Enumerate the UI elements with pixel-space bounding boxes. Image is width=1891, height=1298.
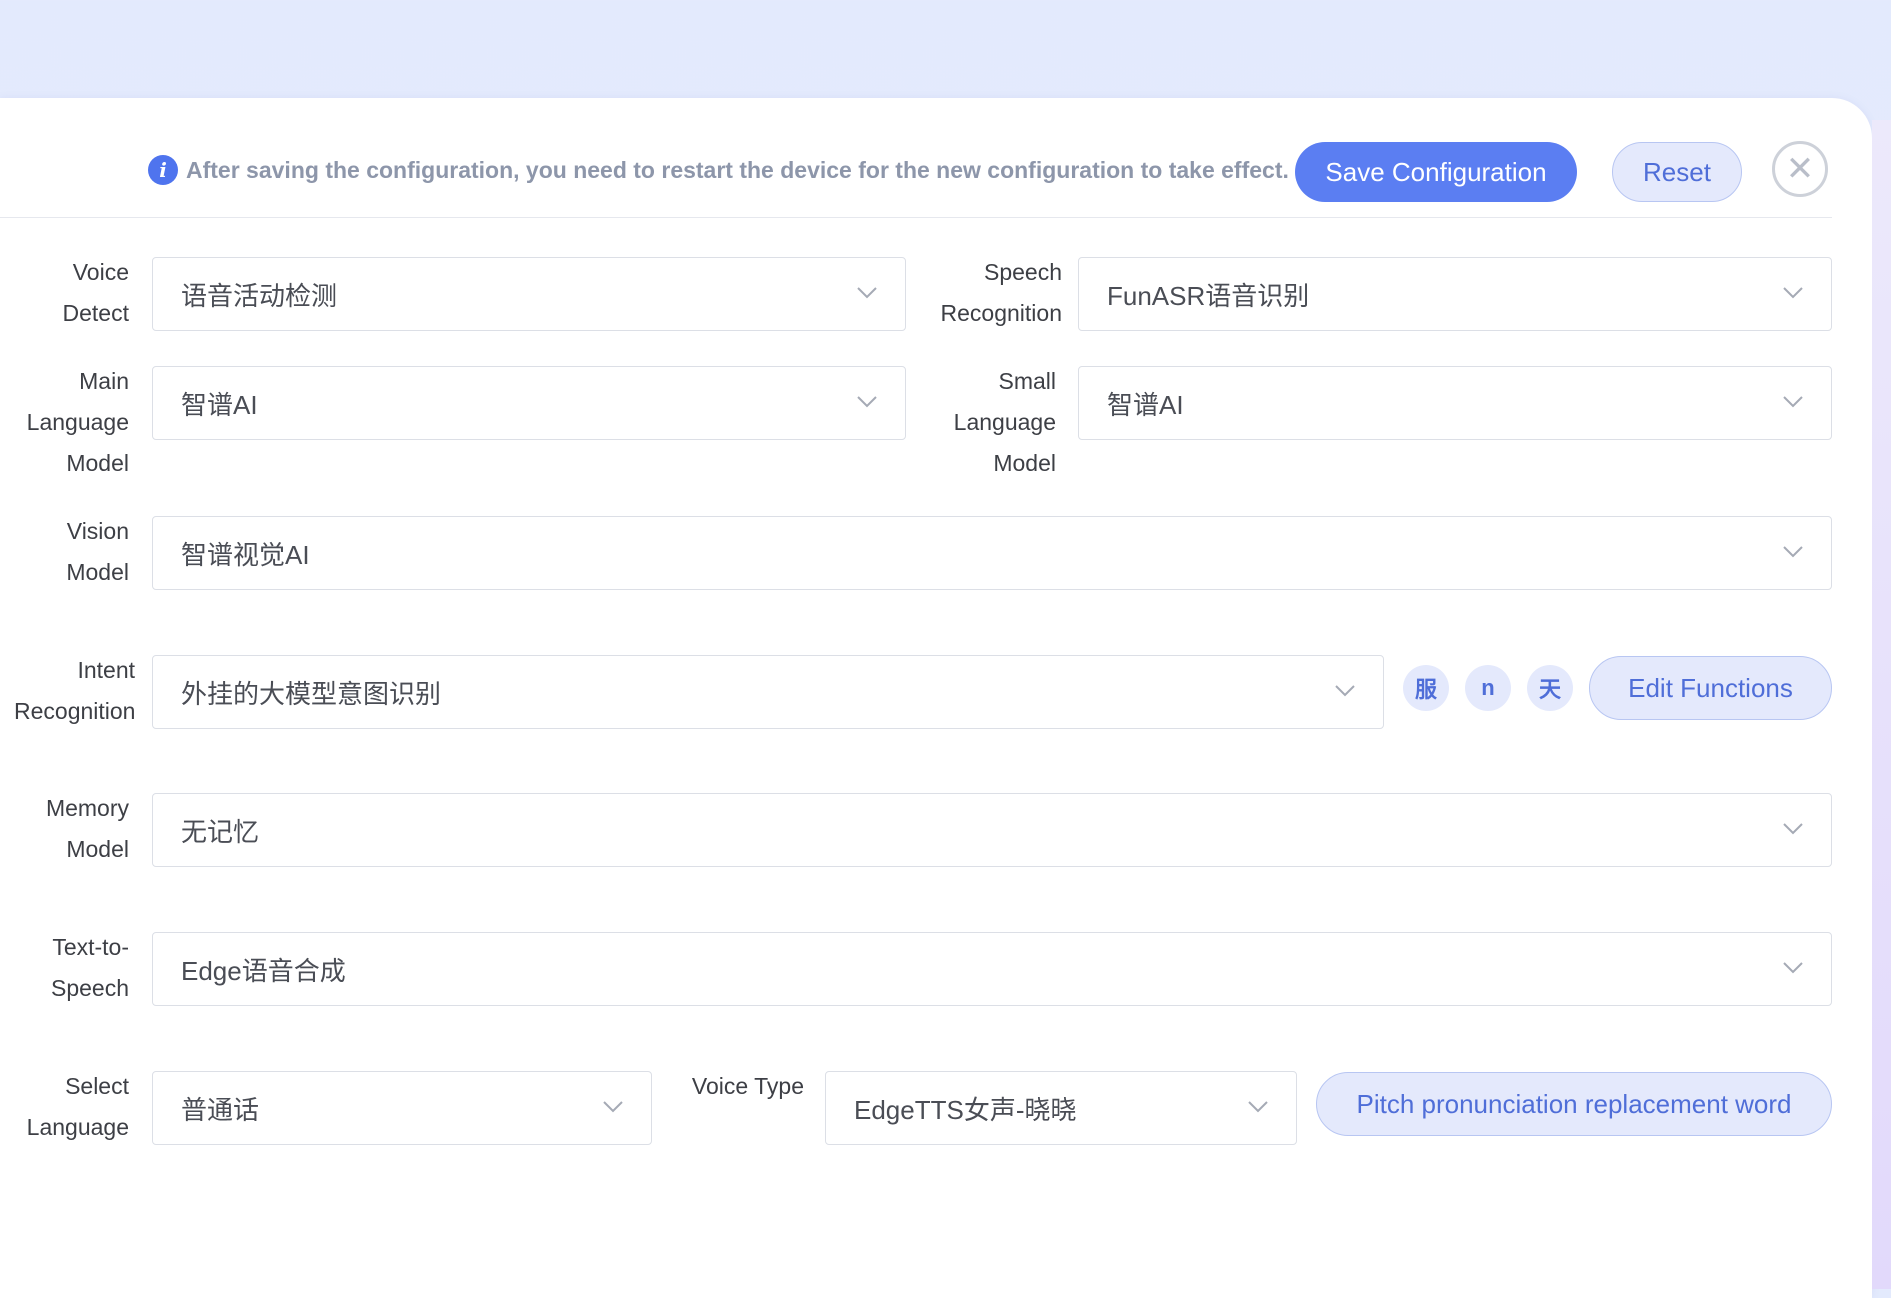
chevron-down-icon [857,395,877,411]
llm-select[interactable]: 智谱AI [152,366,906,440]
chevron-down-icon [1783,395,1803,411]
chevron-down-icon [1335,684,1355,700]
chevron-down-icon [1783,545,1803,561]
slm-label-line: Small [998,368,1056,394]
reset-button[interactable]: Reset [1612,142,1742,202]
language-select-value: 普通话 [181,1094,260,1125]
voice-type-select-value: EdgeTTS女声-晓晓 [854,1094,1077,1125]
chevron-down-icon [857,286,877,302]
vllm-label-line: Vision [66,518,129,544]
vad-label-line: Voice [72,259,129,285]
pitch-replacement-button[interactable]: Pitch pronunciation replacement word [1316,1072,1832,1136]
memory-label-line: Memory [45,795,129,821]
voice-type-label: Voice Type [691,1073,804,1099]
memory-select[interactable]: 无记忆 [152,793,1832,867]
info-icon: i [148,155,178,185]
slm-label: Small Language Model [940,361,1056,484]
chevron-down-icon [1783,961,1803,977]
llm-label-line: Main [79,368,129,394]
edit-functions-button[interactable]: Edit Functions [1589,656,1832,720]
function-tag[interactable]: 服 [1403,665,1449,711]
intent-label-line: Intent [77,657,135,683]
tts-label-line: Text-to- [52,934,129,960]
save-configuration-button[interactable]: Save Configuration [1295,142,1577,202]
tts-label-line: Speech [50,975,129,1001]
llm-label-line: Language [26,409,129,435]
language-label: Select Language [20,1066,129,1148]
memory-select-value: 无记忆 [181,816,260,847]
intent-select[interactable]: 外挂的大模型意图识别 [152,655,1384,729]
chevron-down-icon [1248,1100,1268,1116]
language-select[interactable]: 普通话 [152,1071,652,1145]
function-tag[interactable]: n [1465,665,1511,711]
panel-header: i After saving the configuration, you ne… [0,98,1832,218]
close-icon[interactable]: ✕ [1772,141,1828,197]
language-label-line: Select [65,1073,129,1099]
chevron-down-icon [1783,286,1803,302]
llm-select-value: 智谱AI [181,389,258,420]
slm-select-value: 智谱AI [1107,389,1184,420]
voice-type-select[interactable]: EdgeTTS女声-晓晓 [825,1071,1297,1145]
vad-select-value: 语音活动检测 [181,280,338,311]
llm-label-line: Model [66,450,129,476]
chevron-down-icon [1783,822,1803,838]
vllm-label: Vision Model [20,511,129,593]
slm-label-line: Language [953,409,1056,435]
intent-select-value: 外挂的大模型意图识别 [181,678,442,709]
vad-select[interactable]: 语音活动检测 [152,257,906,331]
vllm-label-line: Model [66,559,129,585]
slm-label-line: Model [993,450,1056,476]
intent-label-line: Recognition [14,698,136,724]
asr-select-value: FunASR语音识别 [1107,280,1310,311]
memory-label: Memory Model [20,788,129,870]
asr-select[interactable]: FunASR语音识别 [1078,257,1832,331]
tts-select[interactable]: Edge语音合成 [152,932,1832,1006]
language-label-line: Language [26,1114,129,1140]
intent-label: Intent Recognition [14,650,135,732]
function-tag[interactable]: 天 [1527,665,1573,711]
memory-label-line: Model [66,836,129,862]
llm-label: Main Language Model [20,361,129,484]
asr-label-line: Recognition [940,300,1062,326]
asr-label: Speech Recognition [930,252,1062,334]
slm-select[interactable]: 智谱AI [1078,366,1832,440]
vllm-select-value: 智谱视觉AI [181,539,310,570]
restart-notice: i After saving the configuration, you ne… [148,155,1289,185]
tts-select-value: Edge语音合成 [181,955,346,986]
config-panel: i After saving the configuration, you ne… [0,98,1872,1298]
notice-text: After saving the configuration, you need… [186,156,1289,183]
vad-label: Voice Detect [20,252,129,334]
tts-label: Text-to- Speech [20,927,129,1009]
asr-label-line: Speech [983,259,1062,285]
vllm-select[interactable]: 智谱视觉AI [152,516,1832,590]
chevron-down-icon [603,1100,623,1116]
background-strip [1872,120,1891,1289]
vad-label-line: Detect [62,300,129,326]
